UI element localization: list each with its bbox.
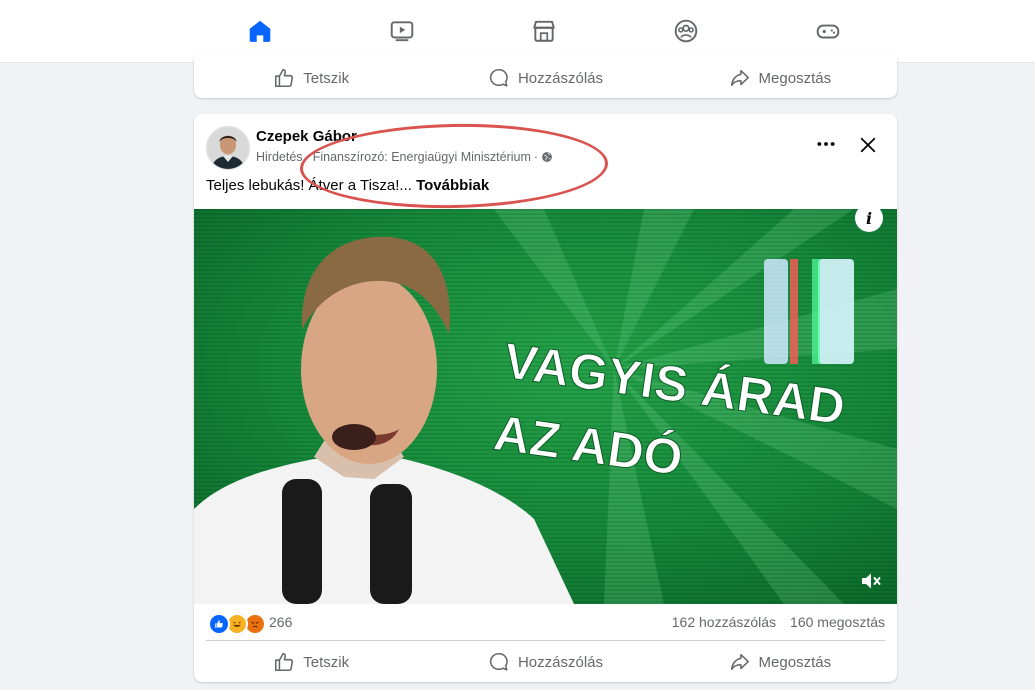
more-options-button[interactable] xyxy=(811,132,841,156)
close-icon xyxy=(860,137,876,153)
share-icon xyxy=(730,69,749,87)
share-count[interactable]: 160 megosztás xyxy=(790,614,885,630)
tab-marketplace[interactable] xyxy=(479,0,609,62)
like-reaction-icon xyxy=(208,613,230,635)
mute-toggle-button[interactable] xyxy=(859,570,883,592)
like-label: Tetszik xyxy=(303,69,350,87)
profile-photo xyxy=(207,127,249,169)
previous-post-actions: Tetszik Hozzászólás Megosztás xyxy=(194,58,897,98)
video-player[interactable]: VAGYIS ÁRAD AZ ADÓ i xyxy=(194,209,897,604)
hide-post-button[interactable] xyxy=(853,130,883,160)
like-label: Tetszik xyxy=(303,653,350,671)
volume-muted-icon xyxy=(862,573,881,589)
reaction-icons[interactable] xyxy=(208,613,266,635)
comment-button[interactable]: Hozzászólás xyxy=(428,642,662,682)
comment-label: Hozzászólás xyxy=(517,653,604,671)
meta-separator-2: · xyxy=(533,150,539,164)
marketplace-icon xyxy=(533,20,555,42)
top-navigation-bar xyxy=(0,0,1035,63)
see-more-link[interactable]: Továbbiak xyxy=(416,177,489,194)
meta-separator: · xyxy=(305,150,310,164)
funding-disclaimer[interactable]: Finanszírozó: Energiaügyi Minisztérium xyxy=(313,150,531,164)
post-actions: Tetszik Hozzászólás Megosztás xyxy=(194,642,897,682)
tab-home[interactable] xyxy=(195,0,325,62)
post-meta: Hirdetés · Finanszírozó: Energiaügyi Min… xyxy=(256,150,553,164)
groups-icon xyxy=(674,19,698,43)
thumbs-up-icon xyxy=(275,68,294,88)
share-icon xyxy=(730,653,749,671)
sponsored-label[interactable]: Hirdetés xyxy=(256,150,303,164)
video-frame: VAGYIS ÁRAD AZ ADÓ xyxy=(194,209,897,604)
globe-icon xyxy=(542,152,552,162)
divider xyxy=(206,640,885,641)
avatar[interactable] xyxy=(206,126,250,170)
home-icon xyxy=(249,20,271,42)
comment-count[interactable]: 162 hozzászólás xyxy=(672,614,776,630)
tab-video[interactable] xyxy=(337,0,467,62)
video-icon xyxy=(390,21,414,42)
share-button[interactable]: Megosztás xyxy=(663,58,897,98)
comment-icon xyxy=(489,68,508,87)
like-button[interactable]: Tetszik xyxy=(194,642,428,682)
post-stats: 266 162 hozzászólás 160 megosztás xyxy=(194,604,897,640)
sponsored-post-card: Czepek Gábor Hirdetés · Finanszírozó: En… xyxy=(194,114,897,682)
share-label: Megosztás xyxy=(758,69,832,87)
comment-button[interactable]: Hozzászólás xyxy=(428,58,662,98)
post-author[interactable]: Czepek Gábor xyxy=(256,128,357,145)
info-icon: i xyxy=(865,209,873,228)
thumbs-up-icon xyxy=(275,652,294,672)
comment-icon xyxy=(489,652,508,671)
share-label: Megosztás xyxy=(758,653,832,671)
reaction-count[interactable]: 266 xyxy=(269,614,292,630)
comment-label: Hozzászólás xyxy=(517,69,604,87)
more-horizontal-icon xyxy=(817,142,835,146)
post-body: Teljes lebukás! Átver a Tisza!... xyxy=(206,177,412,194)
previous-post-card: Tetszik Hozzászólás Megosztás xyxy=(194,56,897,98)
share-button[interactable]: Megosztás xyxy=(663,642,897,682)
tab-gaming[interactable] xyxy=(763,0,893,62)
like-button[interactable]: Tetszik xyxy=(194,58,428,98)
post-text: Teljes lebukás! Átver a Tisza!... Tovább… xyxy=(206,177,489,194)
engagement-counts: 162 hozzászólás 160 megosztás xyxy=(672,614,885,630)
gaming-icon xyxy=(816,24,840,39)
tab-groups[interactable] xyxy=(621,0,751,62)
